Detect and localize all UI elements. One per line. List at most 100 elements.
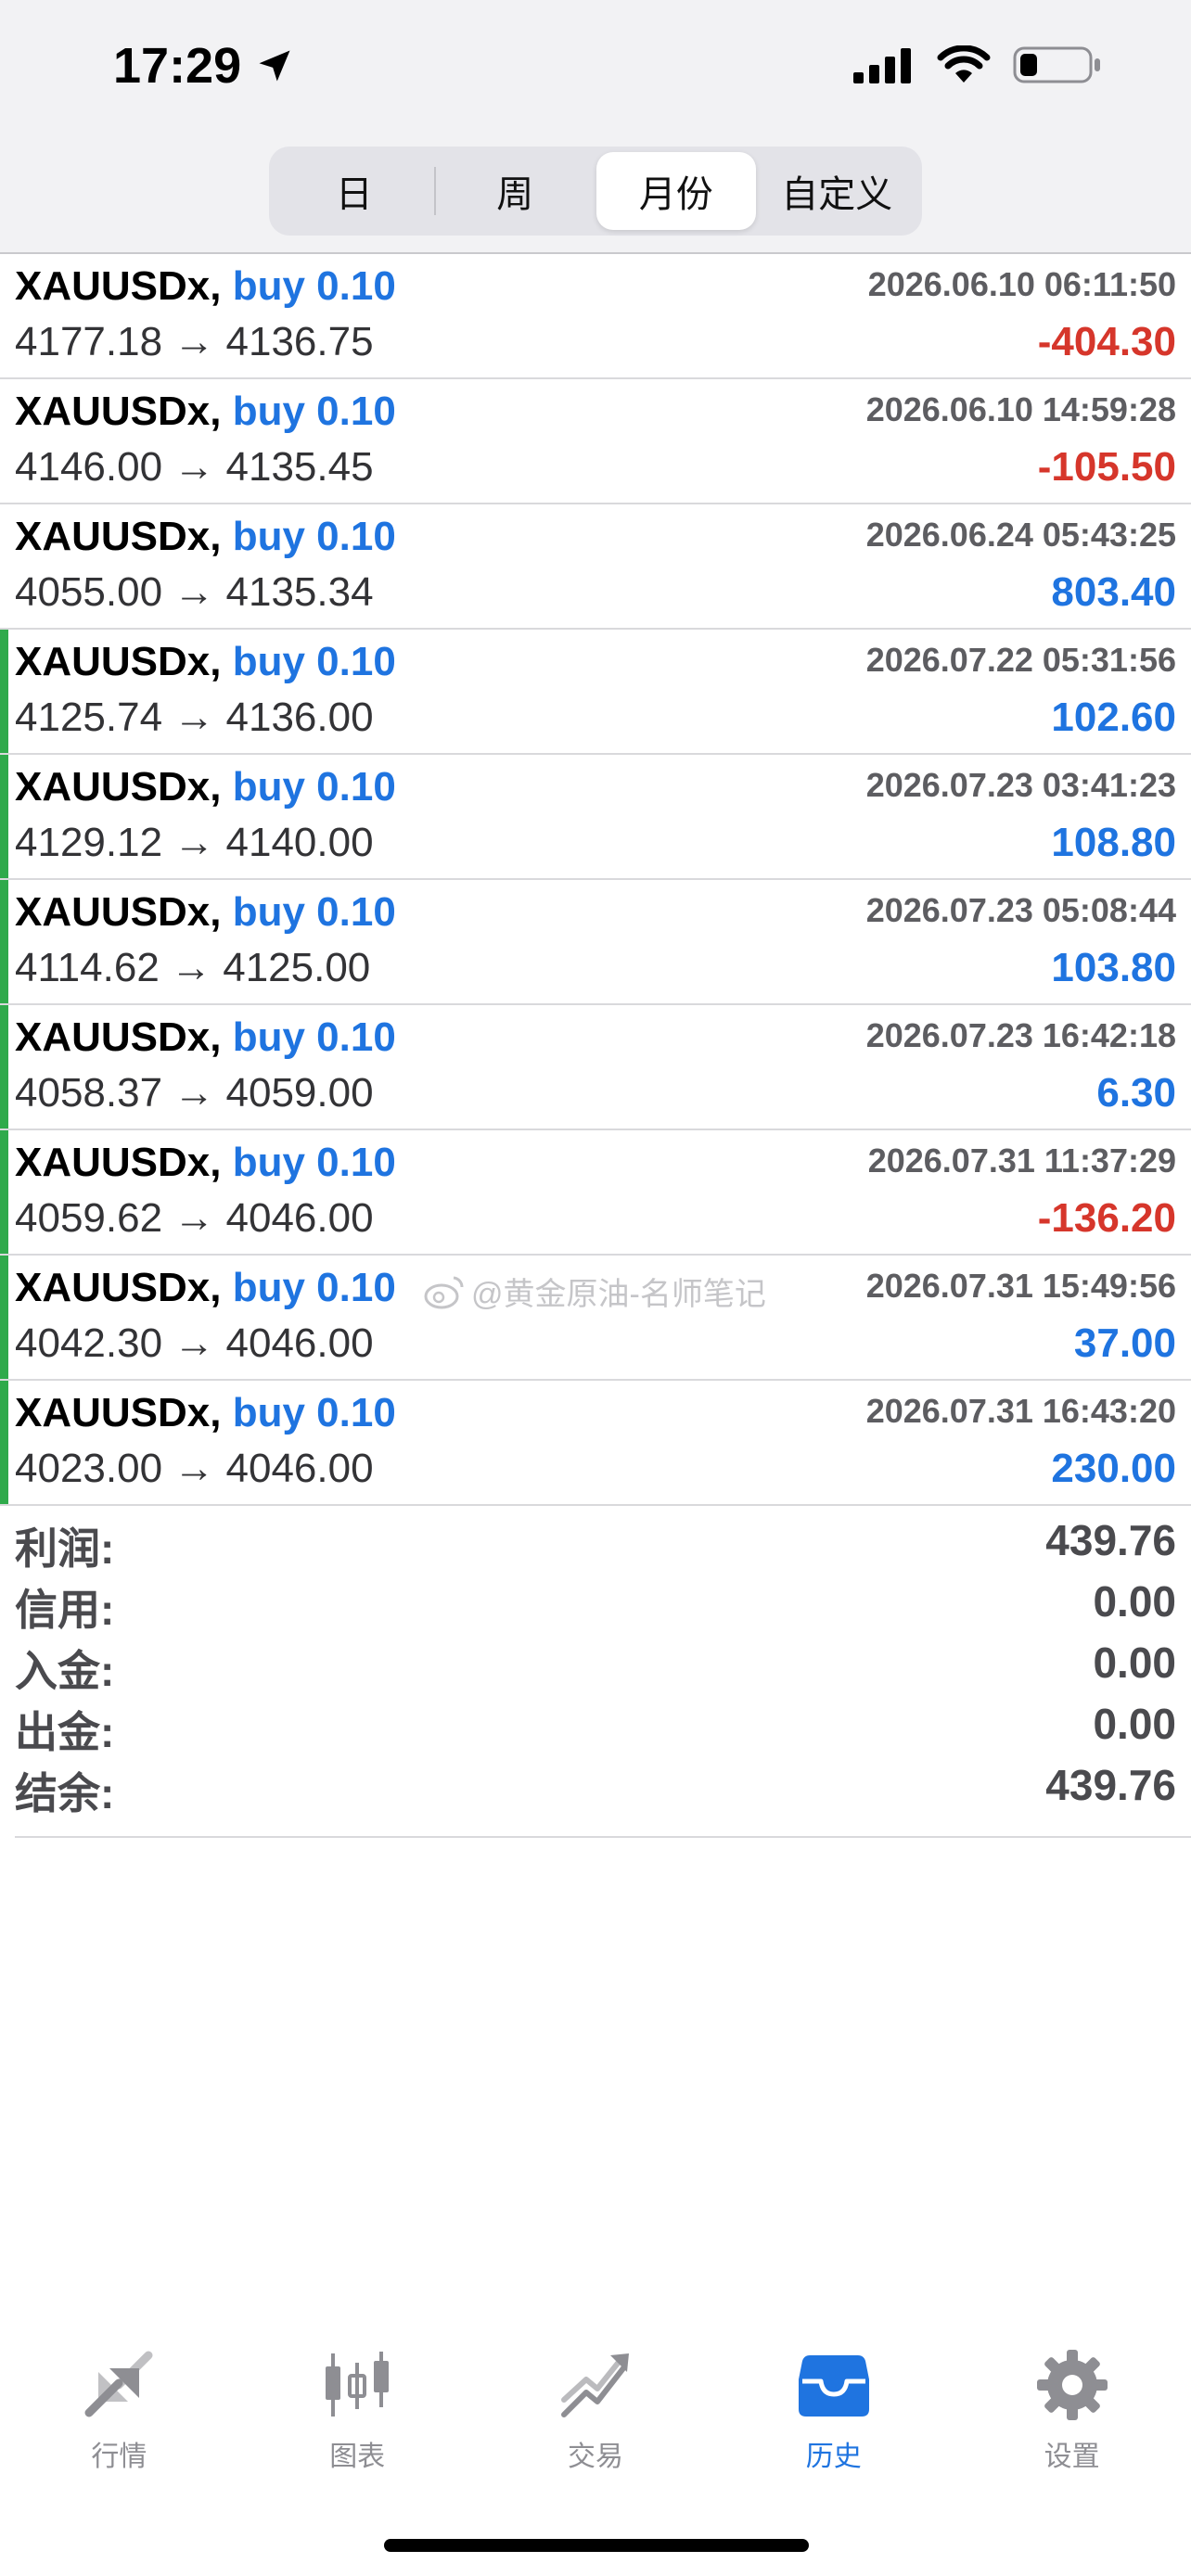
summary-row: 出金: 0.00	[15, 1691, 1191, 1756]
segment-week[interactable]: 周	[436, 152, 596, 230]
location-arrow-icon	[259, 50, 290, 82]
trade-profit: -136.20	[1037, 1195, 1176, 1241]
trade-symbol: XAUUSDx, buy 0.10	[15, 514, 396, 560]
trade-icon	[557, 2346, 634, 2424]
trade-prices: 4125.74 → 4136.00	[15, 695, 374, 740]
trade-row[interactable]: XAUUSDx, buy 0.10 2026.07.31 11:37:29 4059…	[0, 1130, 1191, 1256]
trade-prices: 4058.37 → 4059.00	[15, 1070, 374, 1116]
summary-value: 0.00	[1093, 1577, 1176, 1626]
trade-symbol: XAUUSDx, buy 0.10	[15, 1140, 396, 1186]
trade-side: buy 0.10	[232, 889, 396, 935]
segment-custom-label: 自定义	[781, 174, 893, 215]
tab-settings[interactable]: 设置	[953, 2346, 1191, 2476]
trade-symbol-text: XAUUSDx,	[15, 639, 222, 684]
header: 17:29 日 周 月份 自定义	[0, 0, 1191, 254]
trade-prices: 4129.12 → 4140.00	[15, 820, 374, 865]
summary-label: 利润:	[15, 1524, 115, 1573]
trade-row[interactable]: XAUUSDx, buy 0.10 2026.07.22 05:31:56 4125…	[0, 630, 1191, 755]
trade-profit: 6.30	[1096, 1070, 1176, 1116]
trade-prices: 4059.62 → 4046.00	[15, 1195, 374, 1241]
trade-profit: 37.00	[1073, 1320, 1176, 1366]
trade-date: 2026.07.22 05:31:56	[865, 641, 1176, 679]
tab-quotes[interactable]: 行情	[0, 2346, 238, 2476]
summary-row: 结余: 439.76	[15, 1753, 1191, 1817]
period-segmented-control: 日 周 月份 自定义	[269, 147, 922, 236]
trade-row[interactable]: XAUUSDx, buy 0.10 2026.07.31 16:43:20 4023…	[0, 1381, 1191, 1506]
segment-day-label: 日	[335, 174, 373, 215]
summary-value: 0.00	[1093, 1639, 1176, 1687]
cellular-signal-icon	[853, 48, 911, 83]
history-inbox-icon	[795, 2346, 873, 2424]
trade-side: buy 0.10	[232, 1140, 396, 1185]
weibo-logo-icon	[424, 1276, 464, 1308]
trade-row[interactable]: XAUUSDx, buy 0.10 2026.06.24 05:43:25 4055…	[0, 504, 1191, 630]
summary-label: 入金:	[15, 1647, 115, 1695]
trade-side: buy 0.10	[232, 1390, 396, 1435]
trade-symbol-text: XAUUSDx,	[15, 263, 222, 309]
trade-row[interactable]: XAUUSDx, buy 0.10 2026.06.10 06:11:50 4177…	[0, 254, 1191, 379]
trade-symbol-text: XAUUSDx,	[15, 389, 222, 434]
trade-date: 2026.07.23 03:41:23	[865, 766, 1176, 804]
trade-date: 2026.06.10 14:59:28	[865, 390, 1176, 428]
trade-row[interactable]: XAUUSDx, buy 0.10 2026.06.10 14:59:28 4146…	[0, 379, 1191, 504]
trade-date: 2026.07.23 16:42:18	[865, 1016, 1176, 1054]
trade-profit: 230.00	[1051, 1446, 1176, 1491]
segment-month-label: 月份	[638, 174, 713, 215]
gear-icon	[1033, 2346, 1111, 2424]
tab-chart[interactable]: 图表	[238, 2346, 477, 2476]
trade-date: 2026.06.10 06:11:50	[867, 265, 1176, 303]
tab-chart-label: 图表	[329, 2442, 386, 2472]
trade-row[interactable]: XAUUSDx, buy 0.10 2026.07.23 16:42:18 4058…	[0, 1005, 1191, 1130]
trade-date: 2026.07.31 15:49:56	[865, 1267, 1176, 1305]
summary-label: 出金:	[15, 1708, 115, 1756]
watermark-text: @黄金原油-名师笔记	[471, 1277, 766, 1312]
tab-trade[interactable]: 交易	[477, 2346, 715, 2476]
quotes-icon	[80, 2346, 158, 2424]
trade-prices: 4055.00 → 4135.34	[15, 569, 374, 615]
trade-profit: 103.80	[1051, 945, 1176, 990]
trade-profit: 108.80	[1051, 820, 1176, 865]
trade-symbol-text: XAUUSDx,	[15, 764, 222, 810]
segment-day[interactable]: 日	[275, 152, 434, 230]
trade-symbol: XAUUSDx, buy 0.10	[15, 1014, 396, 1061]
trade-date: 2026.07.31 16:43:20	[865, 1392, 1176, 1430]
trade-symbol-text: XAUUSDx,	[15, 1140, 222, 1185]
trade-prices: 4177.18 → 4136.75	[15, 319, 374, 364]
trade-symbol-text: XAUUSDx,	[15, 514, 222, 559]
trade-side: buy 0.10	[232, 1265, 396, 1310]
summary-label: 信用:	[15, 1586, 115, 1634]
trade-prices: 4114.62 → 4125.00	[15, 945, 371, 990]
trade-symbol: XAUUSDx, buy 0.10	[15, 639, 396, 685]
trade-symbol-text: XAUUSDx,	[15, 1265, 222, 1310]
battery-icon	[1013, 46, 1100, 83]
trade-row[interactable]: XAUUSDx, buy 0.10 2026.07.23 05:08:44 4114…	[0, 880, 1191, 1005]
trade-date: 2026.07.31 11:37:29	[867, 1141, 1176, 1180]
watermark: @黄金原油-名师笔记	[423, 1269, 766, 1314]
segment-month[interactable]: 月份	[596, 152, 756, 230]
status-indicators	[853, 45, 1102, 85]
trade-symbol: XAUUSDx, buy 0.10	[15, 263, 396, 310]
trade-prices: 4042.30 → 4046.00	[15, 1320, 374, 1366]
trade-date: 2026.06.24 05:43:25	[865, 516, 1176, 554]
tab-trade-label: 交易	[567, 2442, 623, 2472]
segment-custom[interactable]: 自定义	[758, 152, 917, 230]
summary-value: 439.76	[1045, 1761, 1176, 1809]
trade-prices: 4023.00 → 4046.00	[15, 1446, 374, 1491]
trade-side: buy 0.10	[232, 639, 396, 684]
trade-row[interactable]: XAUUSDx, buy 0.10 2026.07.23 03:41:23 4129…	[0, 755, 1191, 880]
trade-prices: 4146.00 → 4135.45	[15, 444, 374, 490]
clock-text: 17:29	[113, 38, 242, 94]
trade-profit: 102.60	[1051, 695, 1176, 740]
summary-value: 0.00	[1093, 1700, 1176, 1748]
home-indicator[interactable]	[384, 2539, 809, 2552]
trade-side: buy 0.10	[232, 263, 396, 309]
tab-history[interactable]: 历史	[714, 2346, 953, 2476]
tab-settings-label: 设置	[1044, 2442, 1100, 2472]
tab-quotes-label: 行情	[91, 2442, 147, 2472]
trade-side: buy 0.10	[232, 764, 396, 810]
summary-row: 入金: 0.00	[15, 1630, 1191, 1695]
segment-week-label: 周	[496, 174, 534, 215]
trade-symbol-text: XAUUSDx,	[15, 889, 222, 935]
trade-side: buy 0.10	[232, 514, 396, 559]
trade-profit: -105.50	[1037, 444, 1176, 490]
